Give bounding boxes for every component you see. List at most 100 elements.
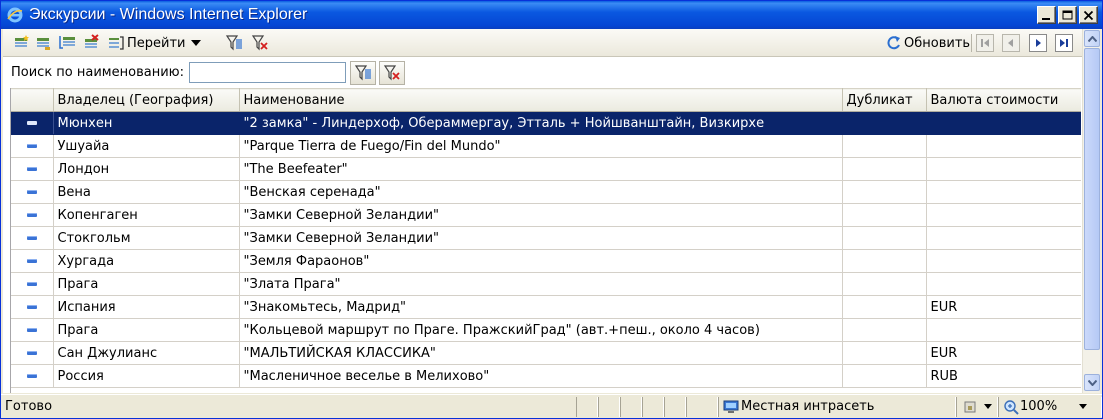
cell-duplicate[interactable] (842, 111, 927, 135)
table-row[interactable]: Испания "Знакомьтесь, Мадрид" EUR (11, 295, 1081, 319)
cell-name[interactable]: "Кольцевой маршрут по Праге. ПражскийГра… (239, 318, 843, 342)
cell-duplicate[interactable] (842, 249, 927, 273)
search-filter-button[interactable] (350, 61, 376, 85)
maximize-button[interactable] (1058, 6, 1077, 24)
column-header-marker[interactable] (11, 88, 54, 112)
cell-owner[interactable]: Прага (53, 318, 240, 342)
cell-name[interactable]: "Parque Tierra de Fuego/Fin del Mundo" (239, 134, 843, 158)
row-selector-cell[interactable] (11, 295, 54, 319)
row-selector-cell[interactable] (11, 249, 54, 273)
cell-duplicate[interactable] (842, 295, 927, 319)
vertical-scrollbar[interactable] (1082, 29, 1100, 393)
refresh-button[interactable]: Обновить (886, 33, 970, 53)
first-page-button[interactable] (976, 33, 994, 53)
minimize-button[interactable] (1037, 6, 1056, 24)
row-selector-cell[interactable] (11, 341, 54, 365)
cell-owner[interactable]: Копенгаген (53, 203, 240, 227)
cell-currency[interactable] (926, 134, 1081, 158)
table-row[interactable]: Прага "Злата Прага" (11, 272, 1081, 296)
protected-mode-pane[interactable] (956, 397, 998, 417)
add-record-button[interactable] (13, 33, 31, 53)
row-selector-cell[interactable] (11, 272, 54, 296)
cell-owner[interactable]: Стокгольм (53, 226, 240, 250)
scroll-up-button[interactable] (1084, 30, 1100, 47)
cell-owner[interactable]: Прага (53, 272, 240, 296)
row-selector-cell[interactable] (11, 318, 54, 342)
row-selector-cell[interactable] (11, 180, 54, 204)
cell-owner[interactable]: Россия (53, 364, 240, 388)
delete-record-button[interactable] (83, 33, 101, 53)
table-row[interactable]: Стокгольм "Замки Северной Зеландии" (11, 226, 1081, 250)
cell-name[interactable]: "Замки Северной Зеландии" (239, 203, 843, 227)
table-row[interactable]: Сан Джулианс "МАЛЬТИЙСКАЯ КЛАССИКА" EUR (11, 341, 1081, 365)
close-button[interactable] (1079, 6, 1098, 24)
cell-currency[interactable]: EUR (926, 295, 1081, 319)
edit-record-button[interactable] (59, 33, 77, 53)
table-row[interactable]: Хургада "Земля Фараонов" (11, 249, 1081, 273)
next-page-button[interactable] (1029, 33, 1047, 53)
cell-currency[interactable] (926, 249, 1081, 273)
cell-duplicate[interactable] (842, 157, 927, 181)
cell-currency[interactable] (926, 203, 1081, 227)
row-selector-cell[interactable] (11, 157, 54, 181)
table-row[interactable]: Россия "Масленичное веселье в Мелихово" RU… (11, 364, 1081, 388)
table-row[interactable]: Мюнхен "2 замка" - Линдерхоф, Обераммерга… (11, 111, 1081, 135)
row-selector-cell[interactable] (11, 111, 54, 135)
column-header-name[interactable]: Наименование (239, 88, 843, 112)
table-row[interactable]: Ушуайа "Parque Tierra de Fuego/Fin del Mu… (11, 134, 1081, 158)
cell-currency[interactable]: EUR (926, 341, 1081, 365)
row-selector-cell[interactable] (11, 134, 54, 158)
cell-duplicate[interactable] (842, 364, 927, 388)
cell-name[interactable]: "Масленичное веселье в Мелихово" (239, 364, 843, 388)
cell-duplicate[interactable] (842, 134, 927, 158)
search-clear-button[interactable] (379, 61, 405, 85)
cell-name[interactable]: "Знакомьтесь, Мадрид" (239, 295, 843, 319)
table-row[interactable]: Лондон "The Beefeater" (11, 157, 1081, 181)
goto-button[interactable]: Перейти (107, 33, 202, 53)
cell-name[interactable]: "Земля Фараонов" (239, 249, 843, 273)
cell-owner[interactable]: Хургада (53, 249, 240, 273)
table-row[interactable]: Вена "Венская серенада" (11, 180, 1081, 204)
cell-name[interactable]: "2 замка" - Линдерхоф, Обераммергау, Этт… (239, 111, 843, 135)
cell-duplicate[interactable] (842, 180, 927, 204)
cell-name[interactable]: "Злата Прага" (239, 272, 843, 296)
cell-currency[interactable] (926, 272, 1081, 296)
cell-currency[interactable] (926, 226, 1081, 250)
table-row[interactable]: Копенгаген "Замки Северной Зеландии" (11, 203, 1081, 227)
cell-owner[interactable]: Лондон (53, 157, 240, 181)
cell-name[interactable]: "Венская серенада" (239, 180, 843, 204)
title-bar[interactable]: Экскурсии - Windows Internet Explorer (1, 1, 1102, 29)
cell-duplicate[interactable] (842, 318, 927, 342)
column-header-currency[interactable]: Валюта стоимости (926, 88, 1081, 112)
row-selector-cell[interactable] (11, 364, 54, 388)
cell-owner[interactable]: Испания (53, 295, 240, 319)
row-selector-cell[interactable] (11, 226, 54, 250)
apply-filter-button[interactable] (225, 33, 243, 53)
cell-currency[interactable] (926, 157, 1081, 181)
cell-duplicate[interactable] (842, 341, 927, 365)
scroll-thumb[interactable] (1084, 48, 1100, 350)
cell-duplicate[interactable] (842, 272, 927, 296)
scroll-down-button[interactable] (1084, 374, 1100, 391)
table-row[interactable]: Прага "Кольцевой маршрут по Праге. Пражск… (11, 318, 1081, 342)
cell-name[interactable]: "Замки Северной Зеландии" (239, 226, 843, 250)
cell-currency[interactable] (926, 111, 1081, 135)
column-header-owner[interactable]: Владелец (География) (53, 88, 240, 112)
last-page-button[interactable] (1055, 33, 1073, 53)
search-input[interactable] (189, 62, 346, 83)
cell-name[interactable]: "The Beefeater" (239, 157, 843, 181)
cell-currency[interactable]: RUB (926, 364, 1081, 388)
cell-name[interactable]: "МАЛЬТИЙСКАЯ КЛАССИКА" (239, 341, 843, 365)
cell-duplicate[interactable] (842, 226, 927, 250)
clear-filter-button[interactable] (251, 33, 269, 53)
cell-owner[interactable]: Вена (53, 180, 240, 204)
cell-owner[interactable]: Сан Джулианс (53, 341, 240, 365)
cell-currency[interactable] (926, 180, 1081, 204)
column-header-duplicate[interactable]: Дубликат (842, 88, 927, 112)
cell-currency[interactable] (926, 318, 1081, 342)
prev-page-button[interactable] (1002, 33, 1020, 53)
row-selector-cell[interactable] (11, 203, 54, 227)
cell-owner[interactable]: Мюнхен (53, 111, 240, 135)
copy-record-button[interactable] (35, 33, 53, 53)
cell-duplicate[interactable] (842, 203, 927, 227)
